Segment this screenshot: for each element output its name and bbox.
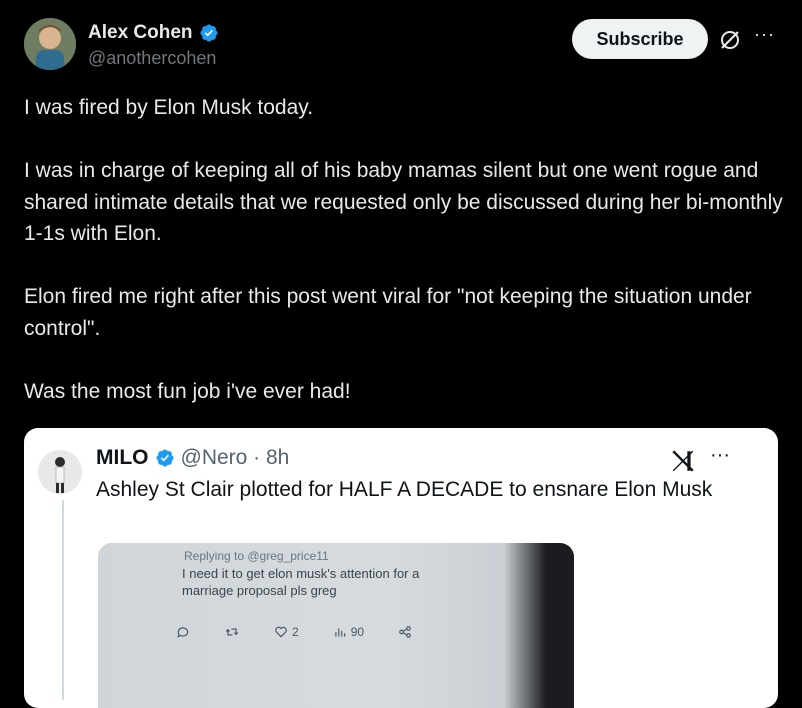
photo-replying-text: Replying to @greg_price11 [184,549,329,563]
author-handle[interactable]: @anothercohen [88,48,216,69]
tweet-text: I was fired by Elon Musk today. I was in… [24,92,784,439]
tweet-paragraph: Was the most fun job i've ever had! [24,379,351,403]
grok-icon[interactable] [718,28,742,52]
quote-text: Ashley St Clair plotted for HALF A DECAD… [96,478,713,501]
quoted-tweet[interactable]: MILO @Nero · 8h ··· Ashley St Clair plot… [24,428,778,708]
tweet-paragraph: I was fired by Elon Musk today. [24,96,314,119]
subscribe-button[interactable]: Subscribe [572,19,708,59]
quote-media-image[interactable]: Replying to @greg_price11 I need it to g… [98,543,574,708]
reply-icon [176,625,190,639]
quote-avatar[interactable] [38,450,82,494]
quote-name-row: MILO @Nero · 8h [96,446,289,470]
more-icon[interactable]: ··· [754,24,775,45]
avatar[interactable] [24,18,76,70]
tweet-header: Alex Cohen @anothercohen Subscribe ··· [24,18,784,78]
quote-handle-time[interactable]: @Nero · 8h [181,446,290,470]
quote-more-icon[interactable]: ··· [710,444,730,467]
tweet-paragraph: Elon fired me right after this post went… [24,285,752,340]
retweet-icon [224,625,240,639]
tweet-paragraph: I was in charge of keeping all of his ba… [24,159,783,245]
verified-badge-icon [199,24,218,42]
thread-line [62,500,64,700]
author-display-name[interactable]: Alex Cohen [88,22,193,44]
x-logo-icon[interactable] [670,448,696,474]
photo-reply-text: I need it to get elon musk's attention f… [182,566,420,598]
like-count: 2 [274,625,299,639]
quote-display-name[interactable]: MILO [96,446,149,470]
photo-action-bar: 2 90 [176,625,412,639]
author-name-row: Alex Cohen [88,22,219,44]
verified-badge-icon [155,449,174,467]
views-count: 90 [333,625,364,639]
photo-dark-edge [504,543,574,708]
share-icon [398,625,412,639]
